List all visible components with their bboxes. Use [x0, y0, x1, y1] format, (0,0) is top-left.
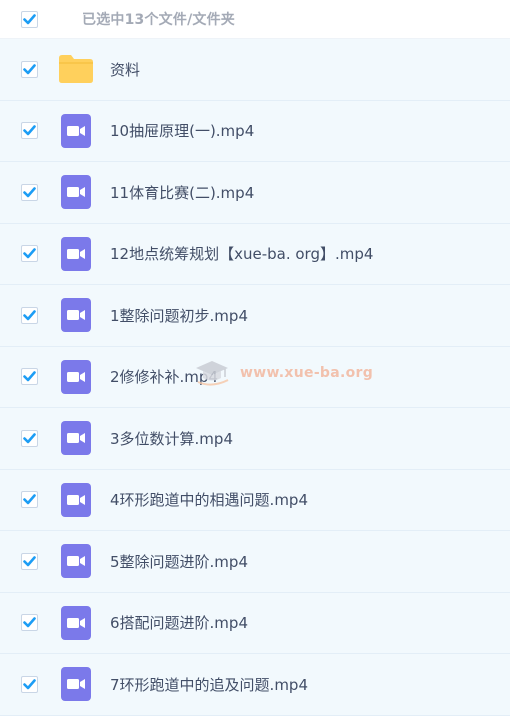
video-file-icon — [61, 605, 91, 640]
file-list: 资料 10抽屉原理(一).mp4 11体育比赛(二).mp4 12地点统筹规划【xue… — [0, 39, 510, 716]
video-icon-wrap — [58, 236, 94, 272]
checkmark-icon — [23, 186, 36, 198]
row-checkbox[interactable] — [21, 60, 38, 78]
file-row[interactable]: 资料 — [0, 39, 510, 101]
file-row[interactable]: 4环形跑道中的相遇问题.mp4 — [0, 469, 510, 531]
video-icon-wrap — [58, 605, 94, 641]
folder-icon — [59, 55, 93, 84]
video-file-icon — [61, 667, 91, 702]
file-row[interactable]: 12地点统筹规划【xue-ba. org】.mp4 — [0, 223, 510, 285]
file-name[interactable]: 4环形跑道中的相遇问题.mp4 — [110, 489, 308, 510]
file-name[interactable]: 资料 — [110, 59, 140, 80]
row-checkbox[interactable] — [21, 122, 38, 140]
checkmark-icon — [23, 494, 36, 505]
row-checkbox-wrap — [0, 122, 58, 140]
row-checkbox-wrap — [0, 183, 58, 201]
checkmark-icon — [23, 678, 36, 690]
checkmark-icon — [23, 125, 36, 136]
video-icon-wrap — [58, 420, 94, 456]
video-icon-wrap — [58, 543, 94, 579]
file-name[interactable]: 12地点统筹规划【xue-ba. org】.mp4 — [110, 243, 373, 264]
video-icon-wrap — [58, 113, 94, 149]
video-file-icon — [61, 544, 91, 579]
video-icon-wrap — [58, 666, 94, 702]
row-checkbox[interactable] — [21, 245, 38, 263]
checkmark-icon — [23, 371, 36, 382]
row-checkbox-wrap — [0, 429, 58, 447]
video-file-icon — [61, 298, 91, 333]
video-icon-wrap — [58, 482, 94, 518]
file-row[interactable]: 5整除问题进阶.mp4 — [0, 531, 510, 593]
file-row[interactable]: 7环形跑道中的追及问题.mp4 — [0, 654, 510, 716]
video-file-icon — [61, 421, 91, 456]
file-row[interactable]: 2修修补补.mp4 — [0, 346, 510, 408]
file-name[interactable]: 2修修补补.mp4 — [110, 366, 218, 387]
checkmark-icon — [23, 617, 36, 628]
video-file-icon — [61, 175, 91, 210]
row-checkbox-wrap — [0, 552, 58, 570]
row-checkbox[interactable] — [21, 183, 38, 201]
row-checkbox[interactable] — [21, 306, 38, 324]
file-row[interactable]: 6搭配问题进阶.mp4 — [0, 592, 510, 654]
checkmark-icon — [23, 13, 36, 24]
folder-icon-wrap — [58, 51, 94, 87]
video-file-icon — [61, 113, 91, 148]
select-all-checkbox[interactable] — [21, 10, 38, 28]
checkmark-icon — [23, 432, 36, 444]
selection-header: 已选中13个文件/文件夹 — [0, 0, 510, 39]
row-checkbox-wrap — [0, 614, 58, 632]
file-row[interactable]: 1整除问题初步.mp4 — [0, 285, 510, 347]
file-name[interactable]: 11体育比赛(二).mp4 — [110, 182, 254, 203]
video-icon-wrap — [58, 359, 94, 395]
checkmark-icon — [23, 248, 36, 259]
checkmark-icon — [23, 309, 36, 321]
select-all-wrap — [0, 10, 62, 28]
row-checkbox-wrap — [0, 245, 58, 263]
row-checkbox-wrap — [0, 60, 58, 78]
row-checkbox-wrap — [0, 368, 58, 386]
file-row[interactable]: 10抽屉原理(一).mp4 — [0, 100, 510, 162]
row-checkbox[interactable] — [21, 429, 38, 447]
row-checkbox[interactable] — [21, 368, 38, 386]
row-checkbox-wrap — [0, 675, 58, 693]
checkmark-icon — [23, 63, 36, 75]
row-checkbox[interactable] — [21, 614, 38, 632]
file-row[interactable]: 11体育比赛(二).mp4 — [0, 162, 510, 224]
file-name[interactable]: 1整除问题初步.mp4 — [110, 305, 248, 326]
row-checkbox[interactable] — [21, 491, 38, 509]
video-file-icon — [61, 482, 91, 517]
row-checkbox-wrap — [0, 306, 58, 324]
row-checkbox[interactable] — [21, 675, 38, 693]
selection-summary: 已选中13个文件/文件夹 — [82, 12, 235, 28]
file-name[interactable]: 6搭配问题进阶.mp4 — [110, 612, 248, 633]
video-icon-wrap — [58, 174, 94, 210]
file-name[interactable]: 5整除问题进阶.mp4 — [110, 551, 248, 572]
row-checkbox-wrap — [0, 491, 58, 509]
file-name[interactable]: 7环形跑道中的追及问题.mp4 — [110, 674, 308, 695]
file-name[interactable]: 10抽屉原理(一).mp4 — [110, 120, 254, 141]
file-name[interactable]: 3多位数计算.mp4 — [110, 428, 233, 449]
checkmark-icon — [23, 555, 36, 567]
video-icon-wrap — [58, 297, 94, 333]
row-checkbox[interactable] — [21, 552, 38, 570]
file-row[interactable]: 3多位数计算.mp4 — [0, 408, 510, 470]
video-file-icon — [61, 236, 91, 271]
video-file-icon — [61, 359, 91, 394]
